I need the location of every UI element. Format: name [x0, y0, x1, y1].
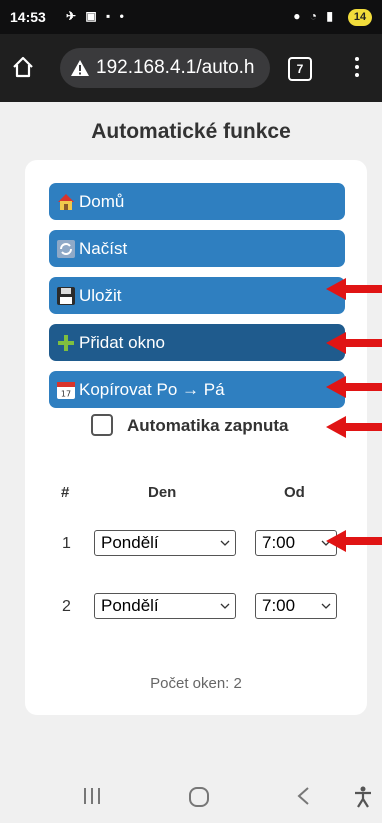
- day-select[interactable]: Pondělí: [94, 530, 236, 556]
- floppy-disk-icon: [57, 287, 75, 305]
- status-bar: 14:53 ✈ ▣ ▪ • ● ◔ ▮ 14: [0, 0, 382, 34]
- plus-icon: [58, 335, 74, 351]
- tab-switcher-button[interactable]: 7: [288, 57, 312, 81]
- annotation-arrow: [326, 332, 382, 354]
- copy-week-button[interactable]: 17 Kopírovat Po → Pá: [49, 371, 345, 408]
- day-select[interactable]: Pondělí: [94, 593, 236, 619]
- home-icon[interactable]: [12, 56, 34, 78]
- signal-icons: ● ◔ ▮: [293, 9, 336, 23]
- load-button[interactable]: Načíst: [49, 230, 345, 267]
- annotation-arrow: [326, 416, 382, 438]
- day-select-value: Pondělí: [101, 596, 159, 615]
- window-count: Počet oken: 2: [150, 675, 242, 692]
- browser-toolbar: 192.168.4.1/auto.h 7: [0, 34, 382, 102]
- page-title: Automatické funkce: [91, 120, 291, 143]
- load-button-label: Načíst: [79, 239, 128, 258]
- back-icon[interactable]: [296, 786, 310, 806]
- column-header-day: Den: [148, 484, 177, 501]
- accessibility-icon[interactable]: [354, 786, 372, 808]
- annotation-arrow: [326, 376, 382, 398]
- automation-checkbox[interactable]: [91, 414, 113, 436]
- notification-icons: ✈ ▣ ▪ •: [66, 9, 127, 23]
- navigation-bar: [0, 770, 382, 823]
- status-time: 14:53: [10, 9, 46, 25]
- save-button-label: Uložit: [79, 286, 122, 305]
- add-window-button-label: Přidat okno: [79, 333, 165, 352]
- row-number: 1: [62, 535, 71, 552]
- url-text[interactable]: 192.168.4.1/auto.h: [96, 57, 254, 79]
- home-nav-icon[interactable]: [188, 786, 210, 808]
- day-select-value: Pondělí: [101, 533, 159, 552]
- notification-badge: 14: [348, 9, 372, 26]
- address-bar[interactable]: 192.168.4.1/auto.h: [60, 48, 270, 88]
- annotation-arrow: [326, 530, 382, 552]
- home-button[interactable]: Domů: [49, 183, 345, 220]
- copy-week-button-label: Kopírovat Po → Pá: [79, 380, 225, 399]
- column-header-from: Od: [284, 484, 305, 501]
- chevron-down-icon: [220, 603, 230, 609]
- house-icon: [58, 194, 74, 210]
- time-select[interactable]: 7:00: [255, 530, 337, 556]
- row-number: 2: [62, 598, 71, 615]
- add-window-button[interactable]: Přidat okno: [49, 324, 345, 361]
- time-select-value: 7:00: [262, 596, 296, 615]
- time-select-value: 7:00: [262, 533, 296, 552]
- reload-icon: [57, 240, 75, 258]
- home-button-label: Domů: [79, 192, 125, 211]
- automation-checkbox-label: Automatika zapnuta: [127, 416, 289, 435]
- warning-icon[interactable]: [70, 58, 90, 78]
- svg-text:17: 17: [61, 390, 71, 399]
- calendar-icon: 17: [57, 382, 75, 399]
- more-options-icon[interactable]: [350, 54, 364, 80]
- column-header-number: #: [61, 484, 70, 501]
- time-select[interactable]: 7:00: [255, 593, 337, 619]
- chevron-down-icon: [321, 603, 331, 609]
- chevron-down-icon: [220, 540, 230, 546]
- save-button[interactable]: Uložit: [49, 277, 345, 314]
- recent-apps-icon[interactable]: [83, 786, 101, 806]
- annotation-arrow: [326, 278, 382, 300]
